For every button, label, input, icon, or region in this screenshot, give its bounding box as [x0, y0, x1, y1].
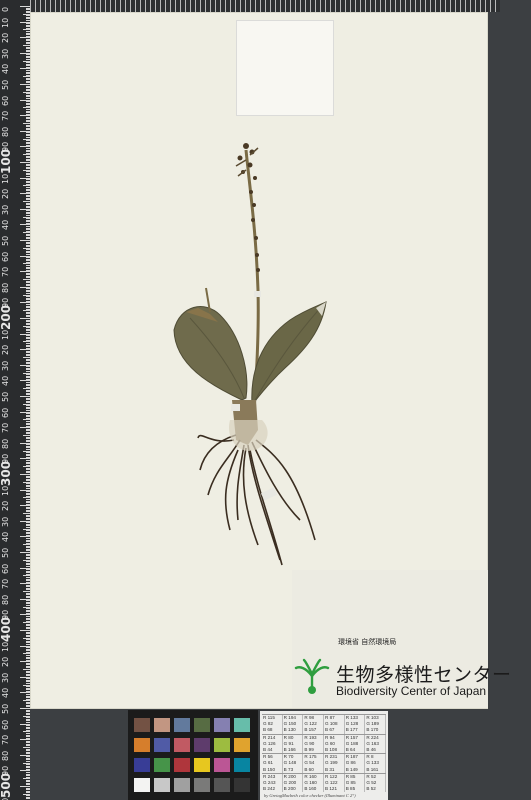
base-tape: [231, 404, 240, 411]
color-patch: [194, 778, 210, 792]
color-value-cell: B 157: [303, 727, 325, 734]
color-value-cell: B 85: [345, 786, 366, 793]
color-value-cell: B 108: [324, 746, 345, 754]
color-value-row: R 214 R 80 R 193 R 94 R 157 R 224: [262, 733, 387, 741]
root-tape: [260, 487, 278, 501]
color-value-cell: B 64: [345, 746, 366, 754]
color-patch: [214, 758, 230, 772]
color-value-cell: B 68: [262, 727, 283, 734]
color-patch: [154, 738, 170, 752]
color-values-table: R 115 R 194 R 98 R 87 R 133 R 103 G 82 G 150 G 1…: [262, 714, 387, 793]
color-value-cell: B 161: [365, 766, 387, 773]
color-patch: [214, 778, 230, 792]
color-patch: [194, 718, 210, 732]
color-patch: [234, 758, 250, 772]
color-patch: [174, 778, 190, 792]
color-reference-card: R 115 R 194 R 98 R 87 R 133 R 103 G 82 G 150 G 1…: [260, 711, 388, 800]
color-patch: [234, 738, 250, 752]
roots: [197, 434, 316, 566]
stem-tape: [254, 291, 261, 297]
color-value-row: B 150 B 73 B 60 B 31 B 149 B 161: [262, 766, 387, 773]
color-value-cell: B 121: [324, 786, 345, 793]
color-patch: [154, 778, 170, 792]
color-patch: [154, 718, 170, 732]
color-value-cell: B 200: [283, 786, 304, 793]
color-value-cell: B 99: [303, 746, 325, 754]
color-value-cell: B 67: [324, 727, 345, 734]
color-value-row: R 56 R 70 R 175 R 231 R 187 R 8: [262, 753, 387, 761]
color-patch: [174, 738, 190, 752]
color-card-footer: by GretagMacbeth color checker (Illumina…: [264, 793, 356, 798]
color-patch: [234, 778, 250, 792]
color-value-cell: B 242: [262, 786, 283, 793]
color-value-cell: B 31: [324, 766, 345, 773]
color-value-cell: B 60: [303, 766, 325, 773]
color-patch: [174, 758, 190, 772]
color-value-cell: B 170: [365, 727, 387, 734]
center-name-japanese: 生物多様性センター: [336, 664, 512, 686]
color-value-row: R 243 R 200 R 160 R 122 R 85 R 52: [262, 772, 387, 780]
color-checker: [128, 710, 258, 800]
color-value-cell: B 149: [345, 766, 366, 773]
color-value-cell: B 46: [365, 746, 387, 754]
color-patch: [134, 718, 150, 732]
agency-label: 環境省 自然環境局: [338, 638, 397, 646]
center-name-english: Biodiversity Center of Japan: [336, 684, 487, 698]
color-patch: [134, 738, 150, 752]
color-value-row: B 44 B 166 B 99 B 108 B 64 B 46: [262, 746, 387, 754]
color-patch: [214, 718, 230, 732]
color-value-row: B 68 B 130 B 157 B 67 B 177 B 170: [262, 727, 387, 734]
color-value-cell: B 150: [262, 766, 283, 773]
color-value-row: R 115 R 194 R 98 R 87 R 133 R 103: [262, 714, 387, 722]
color-patch: [194, 758, 210, 772]
color-patch: [174, 718, 190, 732]
color-value-cell: B 160: [303, 786, 325, 793]
color-patch: [194, 738, 210, 752]
color-patch: [234, 718, 250, 732]
color-value-row: B 242 B 200 B 160 B 121 B 85 B 52: [262, 786, 387, 793]
biodiversity-center-logo: [294, 658, 330, 694]
color-patch: [154, 758, 170, 772]
color-value-cell: B 177: [345, 727, 366, 734]
color-value-cell: B 130: [283, 727, 304, 734]
color-patch: [214, 738, 230, 752]
color-value-cell: B 52: [365, 786, 387, 793]
color-value-cell: B 166: [283, 746, 304, 754]
root-sheath: [229, 420, 268, 451]
color-patch: [134, 778, 150, 792]
left-leaf: [173, 306, 248, 401]
color-patch: [134, 758, 150, 772]
right-leaf: [251, 301, 327, 407]
color-value-cell: B 73: [283, 766, 304, 773]
color-value-cell: B 44: [262, 746, 283, 754]
